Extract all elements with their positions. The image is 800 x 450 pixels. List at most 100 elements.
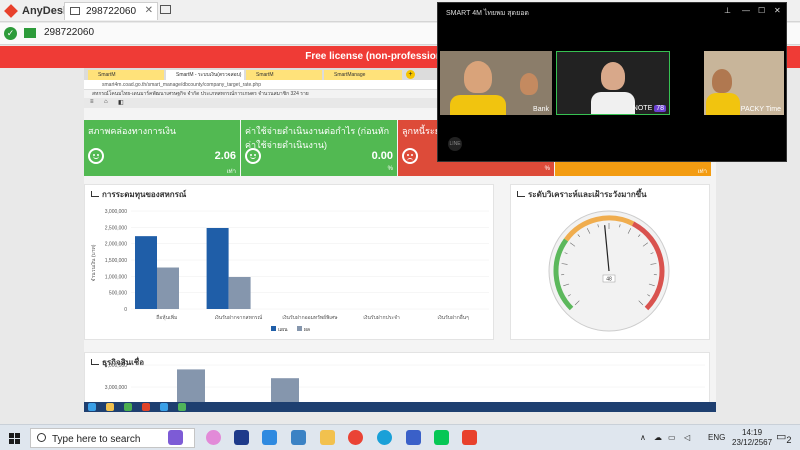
bar bbox=[206, 227, 229, 309]
minimize-icon[interactable]: — bbox=[742, 6, 750, 15]
x-tick-label: เงินรับฝากจากสหกรณ์ bbox=[215, 314, 263, 321]
maximize-icon[interactable]: ☐ bbox=[758, 6, 765, 15]
battery-icon[interactable]: ▭ bbox=[668, 433, 676, 442]
copilot-icon[interactable] bbox=[168, 430, 183, 445]
app-icon[interactable] bbox=[406, 430, 421, 445]
notification-icon[interactable]: ▭2 bbox=[776, 430, 792, 445]
monitor-icon bbox=[70, 7, 80, 15]
legend-swatch bbox=[271, 326, 276, 331]
kpi-unit: % bbox=[387, 166, 393, 172]
edge-icon[interactable] bbox=[377, 430, 392, 445]
windows-start-icon[interactable] bbox=[9, 433, 20, 444]
legend-swatch bbox=[297, 326, 302, 331]
participant-tile-active[interactable]: NOTE 78 bbox=[556, 51, 670, 115]
video-call-window[interactable]: SMART 4M ไทยพม สุดยอด ⊥ — ☐ ✕ Bank NOTE … bbox=[437, 2, 787, 162]
anydesk-logo-icon bbox=[4, 4, 18, 18]
happy-face-icon bbox=[245, 148, 261, 164]
language-indicator[interactable]: ENG bbox=[708, 433, 725, 442]
kpi-unit: % bbox=[544, 166, 550, 172]
y-tick-label: 2,000,000 bbox=[105, 242, 127, 248]
capital-bar-chart: 3,000,000 2,500,000 2,000,000 1,500,000 1,00… bbox=[90, 209, 489, 333]
remote-chrome-icon[interactable] bbox=[142, 403, 150, 411]
y-tick-label: 4,000,000 bbox=[105, 363, 127, 369]
mail-icon[interactable] bbox=[262, 430, 277, 445]
y-tick-label: 3,000,000 bbox=[105, 385, 127, 391]
remote-app-icon[interactable] bbox=[124, 403, 132, 411]
participant-avatar bbox=[464, 61, 492, 93]
browser-tab[interactable]: SmartM bbox=[88, 70, 164, 80]
participant-avatar bbox=[712, 69, 732, 93]
verified-icon: ✓ bbox=[4, 27, 17, 40]
photoshop-icon[interactable] bbox=[234, 430, 249, 445]
y-tick-label: 0 bbox=[124, 307, 127, 313]
browser-tab[interactable]: SmartM bbox=[246, 70, 322, 80]
clock[interactable]: 14:19 23/12/2567 bbox=[732, 428, 772, 448]
remote-line-icon[interactable] bbox=[178, 403, 186, 411]
y-tick-label: 2,500,000 bbox=[105, 225, 127, 231]
kpi-card-expense[interactable]: ค่าใช้จ่ายดำเนินงานต่อกำไร (ก่อนหักค่าใช… bbox=[241, 120, 397, 176]
y-tick-label: 500,000 bbox=[109, 291, 127, 297]
bar bbox=[228, 276, 251, 309]
x-tick-label: เงินรับฝากอื่นๆ bbox=[438, 314, 470, 321]
x-tick-label: ถือหุ้นเพิ่ม bbox=[156, 314, 177, 321]
close-icon[interactable]: ✕ bbox=[774, 6, 781, 15]
gauge-value: 48 bbox=[606, 277, 612, 283]
gauge-panel: ระดับวิเคราะห์และเฝ้าระวังมากขึ้น 48 bbox=[510, 184, 710, 340]
store-icon[interactable] bbox=[291, 430, 306, 445]
browser-tab[interactable]: SmartM - ระบบเงิน(ตรวจสอบ) bbox=[166, 70, 244, 80]
anydesk-taskbar-icon[interactable] bbox=[462, 430, 477, 445]
line-app-icon[interactable] bbox=[434, 430, 449, 445]
session-tab[interactable]: 298722060 ✕ bbox=[64, 2, 158, 20]
line-icon[interactable]: LINE bbox=[448, 137, 462, 151]
close-tab-icon[interactable]: ✕ bbox=[145, 5, 153, 16]
address-input[interactable]: 298722060 bbox=[44, 27, 94, 38]
legend-label: ผล bbox=[304, 327, 310, 333]
kpi-value: 2.06 bbox=[214, 150, 236, 162]
y-tick-label: 1,000,000 bbox=[105, 274, 127, 280]
kpi-unit: เท่า bbox=[697, 169, 707, 175]
home-icon[interactable]: ⌂ bbox=[104, 99, 108, 105]
kpi-unit: เท่า bbox=[226, 169, 236, 175]
session-tab-label: 298722060 bbox=[86, 6, 137, 17]
remote-folder-icon[interactable] bbox=[106, 403, 114, 411]
x-tick-label: เงินรับฝากออมทรัพย์พิเศษ bbox=[282, 314, 338, 321]
browser-tab[interactable]: SmartManage bbox=[324, 70, 402, 80]
bar bbox=[157, 267, 179, 309]
participant-tile[interactable]: PACKY Time bbox=[704, 51, 784, 115]
kpi-value: 0.00 bbox=[371, 150, 393, 162]
windows-taskbar: Type here to search ∧ ☁ ▭ ◁ ENG 14:19 23… bbox=[0, 424, 800, 450]
risk-gauge: 48 bbox=[548, 210, 670, 332]
chrome-icon[interactable] bbox=[348, 430, 363, 445]
participant-tile[interactable]: Bank bbox=[440, 51, 552, 115]
y-axis-label: จำนวนเงิน (บาท) bbox=[90, 244, 97, 281]
legend-label: แผน bbox=[278, 327, 288, 333]
kpi-title: สภาพคล่องทางการเงิน bbox=[88, 126, 177, 136]
remote-app-icon[interactable] bbox=[160, 403, 168, 411]
menu-icon[interactable]: ≡ bbox=[90, 99, 94, 105]
file-explorer-icon[interactable] bbox=[320, 430, 335, 445]
pin-icon[interactable]: ⊥ bbox=[724, 6, 731, 15]
network-icon[interactable]: ☁ bbox=[654, 433, 662, 442]
kpi-card-liquidity[interactable]: สภาพคล่องทางการเงิน 2.06 เท่า bbox=[84, 120, 240, 176]
participant-name: NOTE 78 bbox=[632, 105, 666, 112]
volume-icon[interactable]: ◁ bbox=[684, 433, 690, 442]
back-icon[interactable]: ◧ bbox=[118, 99, 124, 106]
capital-chart-panel: การระดมทุนของสหกรณ์ 3,000,000 2,500,000 2,… bbox=[84, 184, 494, 340]
participant-name: PACKY Time bbox=[740, 106, 781, 113]
tray-chevron-icon[interactable]: ∧ bbox=[640, 433, 646, 442]
bar bbox=[135, 236, 157, 309]
participant-name: Bank bbox=[533, 106, 549, 113]
remote-start-icon[interactable] bbox=[88, 403, 96, 411]
sad-face-icon bbox=[402, 148, 418, 164]
kpi-title: ค่าใช้จ่ายดำเนินงานต่อกำไร (ก่อนหักค่าใช… bbox=[245, 126, 390, 150]
x-tick-label: เงินรับฝากประจำ bbox=[363, 314, 400, 321]
call-title: SMART 4M ไทยพม สุดยอด bbox=[446, 10, 529, 17]
search-icon bbox=[37, 433, 46, 442]
y-tick-label: 3,000,000 bbox=[105, 209, 127, 215]
app-name: AnyDesk bbox=[22, 5, 70, 17]
widgets-icon[interactable] bbox=[206, 430, 221, 445]
y-tick-label: 1,500,000 bbox=[105, 258, 127, 264]
new-tab-button[interactable]: + bbox=[406, 70, 415, 79]
new-session-icon[interactable] bbox=[160, 5, 171, 14]
participant-avatar bbox=[601, 62, 625, 90]
